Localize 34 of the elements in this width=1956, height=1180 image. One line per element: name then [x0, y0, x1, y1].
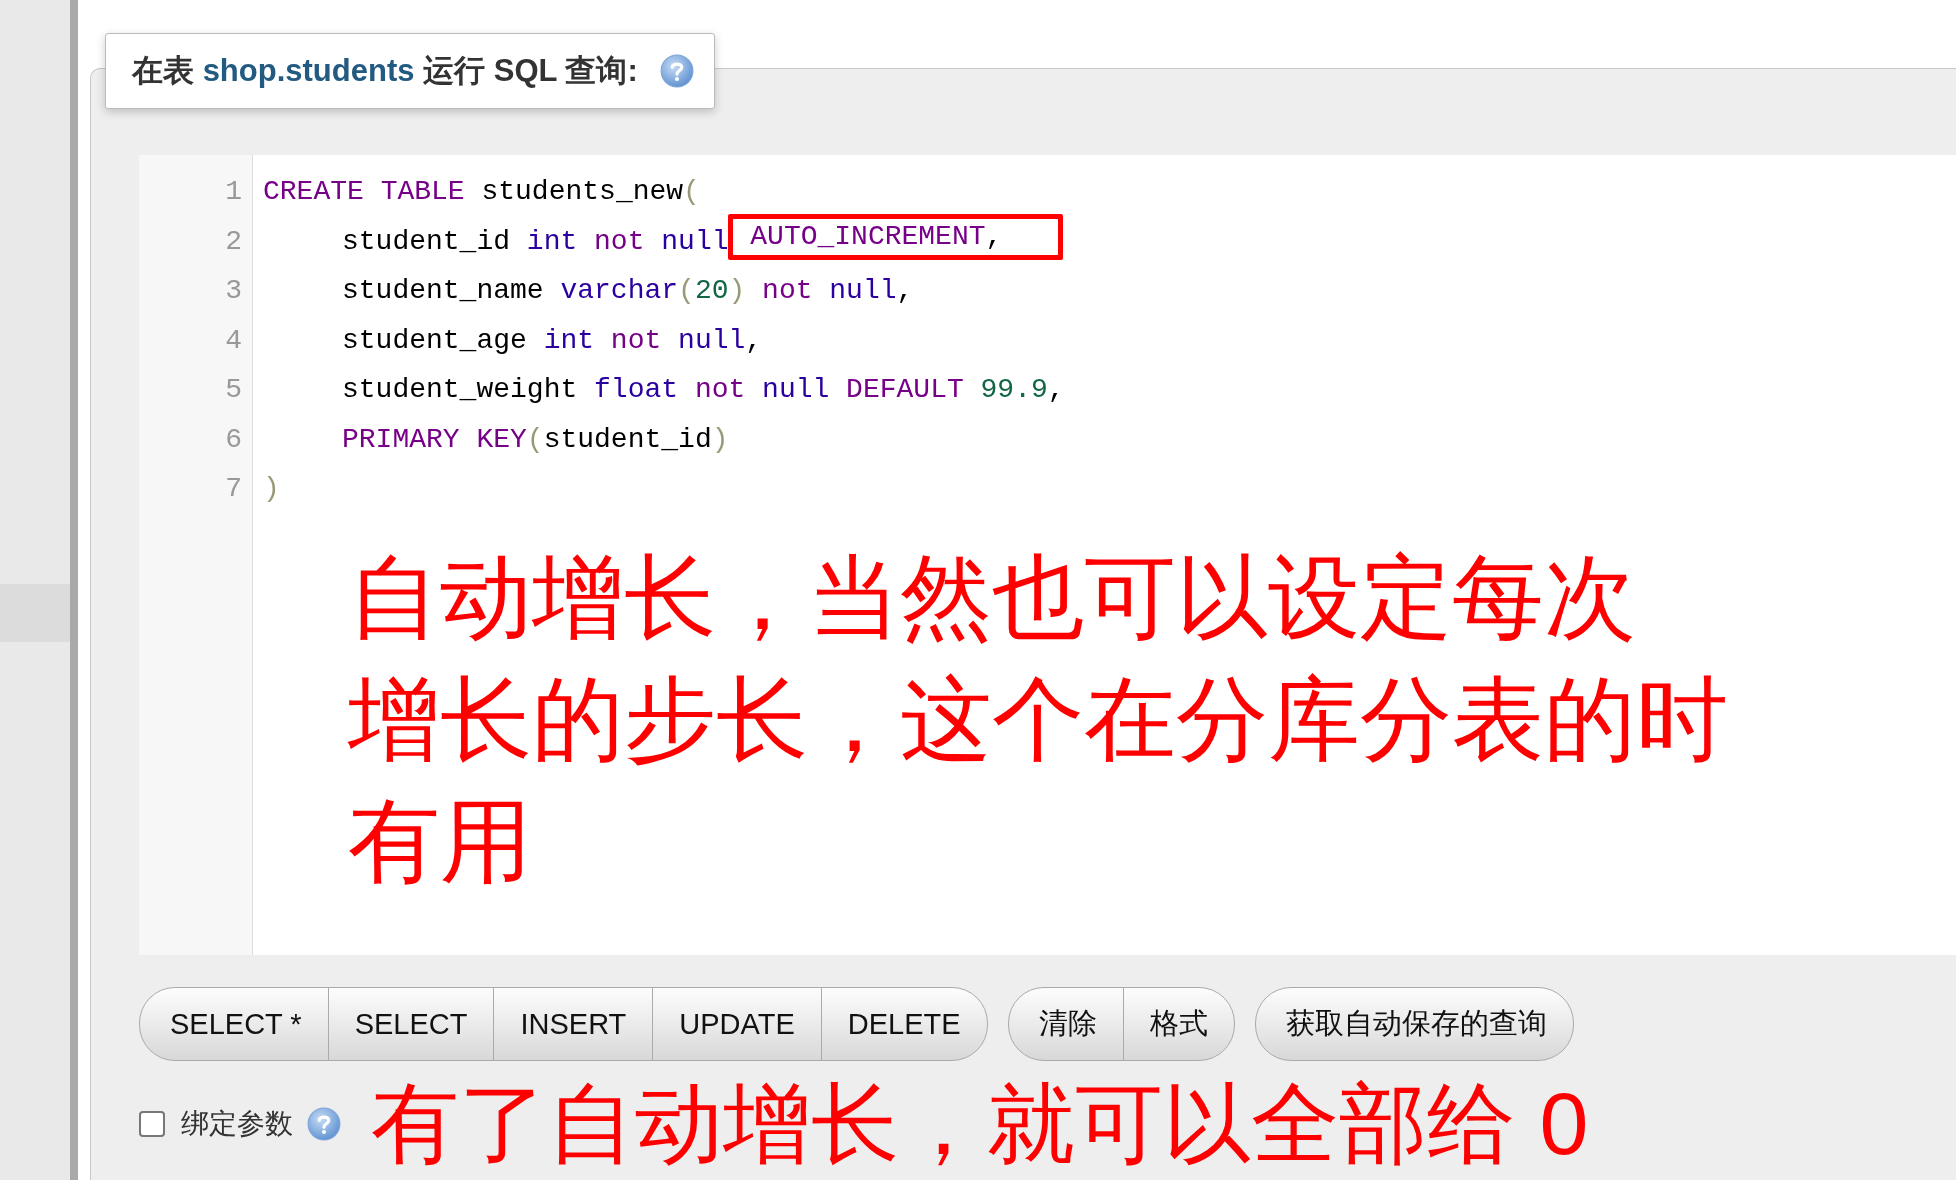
line-number: 3	[224, 274, 243, 308]
line-number: 4	[224, 323, 243, 358]
help-icon[interactable]	[307, 1107, 341, 1141]
query-button[interactable]: DELETE	[820, 988, 987, 1060]
code-line: )	[263, 472, 281, 506]
query-button[interactable]: 获取自动保存的查询	[1255, 988, 1573, 1060]
line-number: 1	[224, 175, 243, 209]
annotation-text: 有用	[348, 788, 532, 894]
code-line: PRIMARY KEY(student_id)	[341, 422, 730, 457]
query-button[interactable]: 清除	[1008, 988, 1123, 1060]
code-line: student_id int not null AUTO_INCREMENT,	[263, 216, 1956, 266]
query-button[interactable]: INSERT	[493, 988, 653, 1060]
annotation-text: 增长的步长，这个在分库分表的时	[348, 666, 1728, 772]
code-line: student_age int not null,	[341, 323, 764, 358]
highlight-box: AUTO_INCREMENT,	[728, 214, 1064, 261]
query-button[interactable]: UPDATE	[652, 988, 821, 1060]
line-number: 7	[224, 472, 243, 506]
checkbox[interactable]	[139, 1111, 165, 1137]
code-line: student_name varchar(20) not null,	[341, 274, 915, 308]
line-number: 2	[224, 224, 243, 259]
checkbox-label: 绑定参数	[181, 1107, 293, 1141]
code-line: student_weight float not null DEFAULT 99.9,	[341, 373, 1066, 407]
annotation-text: 自动增长，当然也可以设定每次	[348, 544, 1636, 650]
annotation-text: 有了自动增长，就可以全部给 0	[371, 1072, 1589, 1175]
sidebar-highlight	[0, 584, 70, 642]
line-number: 5	[224, 373, 243, 407]
code-line: CREATE TABLE students_new(	[263, 175, 701, 209]
query-button[interactable]: 格式	[1122, 988, 1234, 1060]
help-icon[interactable]	[659, 54, 694, 88]
query-button[interactable]: SELECT	[327, 988, 494, 1060]
sql-editor[interactable]	[139, 155, 1956, 955]
query-button[interactable]: SELECT *	[140, 988, 328, 1060]
query-title: 在表 shop.students 运行 SQL 查询:	[132, 52, 638, 90]
line-number: 6	[224, 422, 243, 457]
